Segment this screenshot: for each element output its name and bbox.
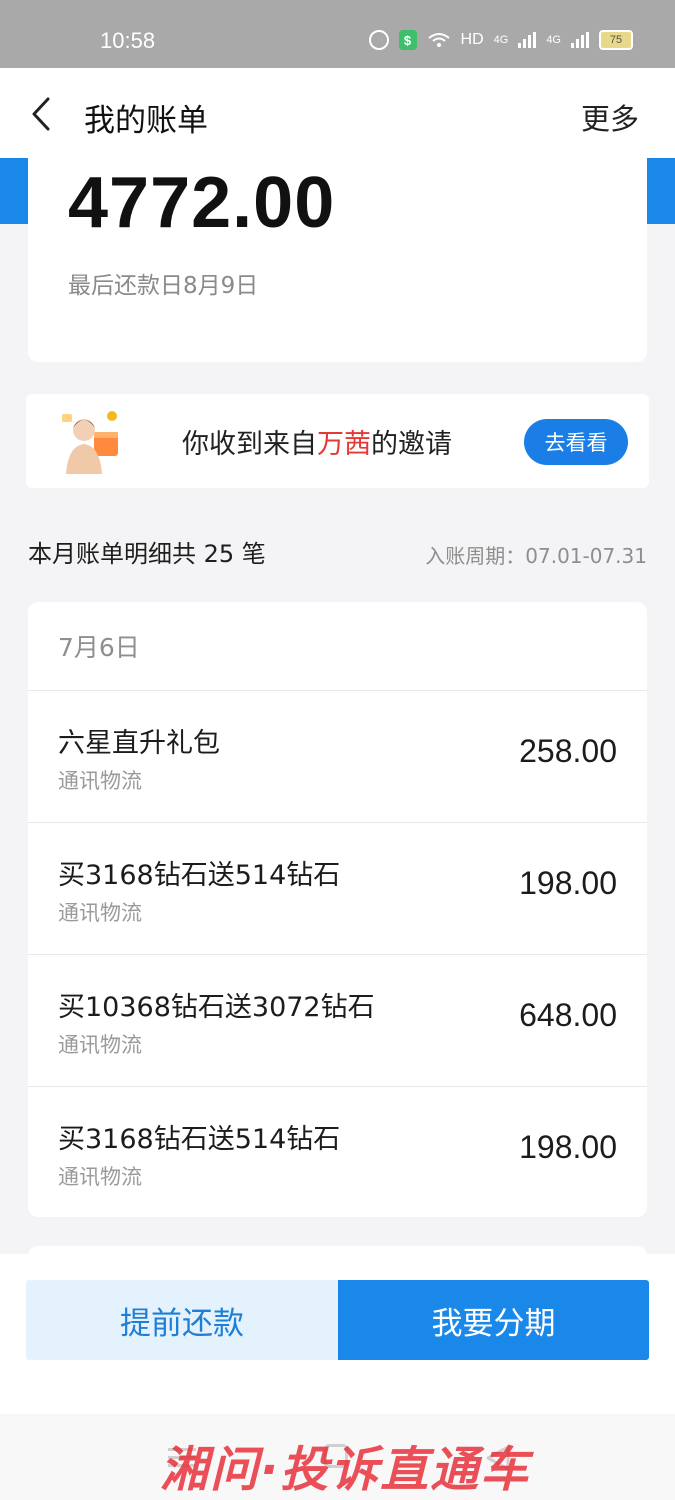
bill-date-header: 7月6日 [28, 602, 647, 691]
watermark-text: 湘问·投诉直通车 [160, 1442, 531, 1498]
network-type: HD [460, 31, 484, 48]
list-item[interactable]: 买3168钻石送514钻石 通讯物流 198.00 [28, 1087, 647, 1217]
nav-bar: 我的账单 更多 [0, 68, 675, 158]
bill-count: 本月账单明细共 25 笔 [28, 540, 266, 568]
invite-highlight-name: 万茜 [317, 429, 371, 460]
bill-summary-row: 本月账单明细共 25 笔 入账周期：07.01-07.31 [28, 532, 647, 572]
status-bar: 10:58 $ HD 4G 4G 75 [0, 0, 675, 68]
list-item[interactable]: 买10368钻石送3072钻石 通讯物流 648.00 [28, 955, 647, 1087]
invite-avatar-icon [62, 411, 118, 474]
more-button[interactable]: 更多 [581, 96, 639, 138]
bill-item-category: 通讯物流 [58, 1165, 142, 1189]
list-item[interactable]: 六星直升礼包 通讯物流 258.00 [28, 691, 647, 823]
invite-view-button[interactable]: 去看看 [524, 419, 628, 465]
bill-item-amount: 198.00 [519, 865, 617, 901]
amount-card: 4772.00 最后还款日8月9日 [28, 158, 647, 362]
bill-item-name: 买3168钻石送514钻石 [58, 860, 341, 891]
bill-list-card: 7月6日 六星直升礼包 通讯物流 258.00 买3168钻石送514钻石 通讯… [28, 602, 647, 1217]
installment-button[interactable]: 我要分期 [338, 1280, 649, 1360]
page-title: 我的账单 [84, 103, 208, 139]
status-icons: $ HD 4G 4G 75 [368, 30, 633, 50]
battery-icon: 75 [599, 30, 633, 50]
bill-item-amount: 258.00 [519, 733, 617, 769]
billing-period: 入账周期：07.01-07.31 [425, 544, 647, 568]
bill-item-name: 买10368钻石送3072钻石 [58, 992, 375, 1023]
list-item[interactable]: 买3168钻石送514钻石 通讯物流 198.00 [28, 823, 647, 955]
money-app-icon: $ [398, 30, 417, 50]
bill-item-name: 买3168钻石送514钻石 [58, 1124, 341, 1155]
invite-banner[interactable]: 你收到来自万茜的邀请 去看看 [26, 394, 649, 488]
battery-level: 75 [609, 34, 623, 46]
back-arrow-icon[interactable] [28, 96, 60, 132]
bill-item-amount: 648.00 [519, 997, 617, 1033]
signal-icon [518, 32, 537, 48]
invite-text-prefix: 你收到来自 [182, 429, 317, 460]
signal-icon-2 [571, 32, 589, 48]
signal-label-1: 4G [493, 34, 509, 46]
bill-item-category: 通讯物流 [58, 1033, 142, 1057]
bill-item-category: 通讯物流 [58, 901, 142, 925]
wifi-icon [427, 33, 450, 47]
bill-item-amount: 198.00 [519, 1129, 617, 1165]
signal-label-2: 4G [546, 34, 561, 46]
prepay-button[interactable]: 提前还款 [26, 1280, 338, 1360]
bill-amount-total: 4772.00 [68, 163, 336, 243]
bottom-action-bar: 提前还款 我要分期 [0, 1254, 675, 1414]
invite-text: 你收到来自万茜的邀请 [182, 422, 452, 461]
invite-text-suffix: 的邀请 [371, 429, 452, 460]
status-time: 10:58 [100, 28, 156, 53]
due-date: 最后还款日8月9日 [68, 273, 259, 299]
bill-item-category: 通讯物流 [58, 769, 142, 793]
alarm-icon [368, 30, 389, 50]
bill-item-name: 六星直升礼包 [58, 728, 220, 759]
